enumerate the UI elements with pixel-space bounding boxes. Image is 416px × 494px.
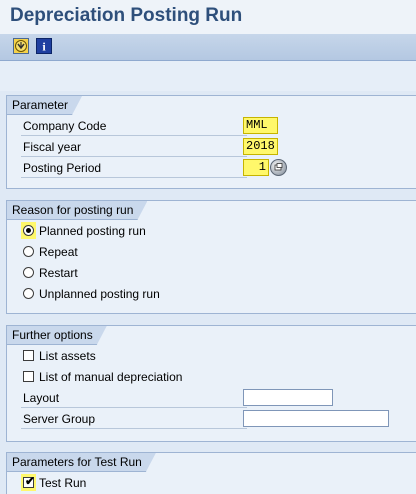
company-code-label: Company Code bbox=[23, 119, 107, 133]
manual-depreciation-checkbox[interactable] bbox=[23, 371, 34, 382]
reason-group: Reason for posting run Planned posting r… bbox=[6, 200, 416, 314]
test-run-group: Parameters for Test Run ✔ Test Run bbox=[6, 452, 416, 494]
page-title: Depreciation Posting Run bbox=[10, 5, 243, 26]
info-button[interactable]: i bbox=[36, 38, 52, 54]
fiscal-year-field[interactable]: 2018 bbox=[243, 138, 278, 155]
company-code-row: Company Code MML bbox=[21, 116, 401, 136]
layout-field[interactable] bbox=[243, 389, 333, 406]
further-options-group: Further options List assets List of manu… bbox=[6, 325, 416, 442]
list-assets-label: List assets bbox=[39, 349, 96, 363]
value-help-icon bbox=[274, 163, 283, 171]
title-bar: Depreciation Posting Run bbox=[0, 0, 416, 34]
server-group-row: Server Group bbox=[21, 409, 401, 429]
checkmark-icon: ✔ bbox=[25, 474, 36, 488]
layout-row: Layout bbox=[21, 388, 401, 408]
radio-label: Unplanned posting run bbox=[39, 287, 160, 301]
fiscal-year-label: Fiscal year bbox=[23, 140, 82, 154]
reason-group-heading: Reason for posting run bbox=[7, 201, 147, 220]
posting-period-row: Posting Period 1 bbox=[21, 158, 401, 178]
value-help-button[interactable] bbox=[270, 159, 287, 176]
svg-text:i: i bbox=[42, 40, 46, 54]
radio-icon[interactable] bbox=[23, 288, 34, 299]
posting-period-field[interactable]: 1 bbox=[243, 159, 269, 176]
radio-label: Planned posting run bbox=[39, 224, 146, 238]
list-assets-checkbox[interactable] bbox=[23, 350, 34, 361]
fiscal-year-row: Fiscal year 2018 bbox=[21, 137, 401, 157]
radio-icon[interactable] bbox=[23, 267, 34, 278]
radio-label: Restart bbox=[39, 266, 78, 280]
server-group-field[interactable] bbox=[243, 410, 389, 427]
execute-button[interactable] bbox=[13, 38, 29, 54]
parameter-group-heading: Parameter bbox=[7, 96, 82, 115]
radio-icon[interactable] bbox=[23, 246, 34, 257]
test-run-label: Test Run bbox=[39, 476, 87, 490]
radio-selected-icon[interactable] bbox=[23, 225, 34, 236]
manual-depreciation-label: List of manual depreciation bbox=[39, 370, 183, 384]
test-run-heading: Parameters for Test Run bbox=[7, 453, 156, 472]
layout-label: Layout bbox=[23, 391, 60, 405]
company-code-field[interactable]: MML bbox=[243, 117, 278, 134]
info-icon: i bbox=[42, 40, 46, 54]
execute-icon bbox=[15, 40, 27, 52]
posting-period-label: Posting Period bbox=[23, 161, 102, 175]
application-toolbar: i bbox=[0, 34, 416, 61]
test-run-checkbox[interactable]: ✔ bbox=[23, 474, 36, 488]
server-group-label: Server Group bbox=[23, 412, 96, 426]
parameter-group: Parameter Company Code MML Fiscal year 2… bbox=[6, 95, 416, 189]
further-options-heading: Further options bbox=[7, 326, 107, 345]
content-spacer bbox=[0, 61, 416, 91]
radio-label: Repeat bbox=[39, 245, 78, 259]
